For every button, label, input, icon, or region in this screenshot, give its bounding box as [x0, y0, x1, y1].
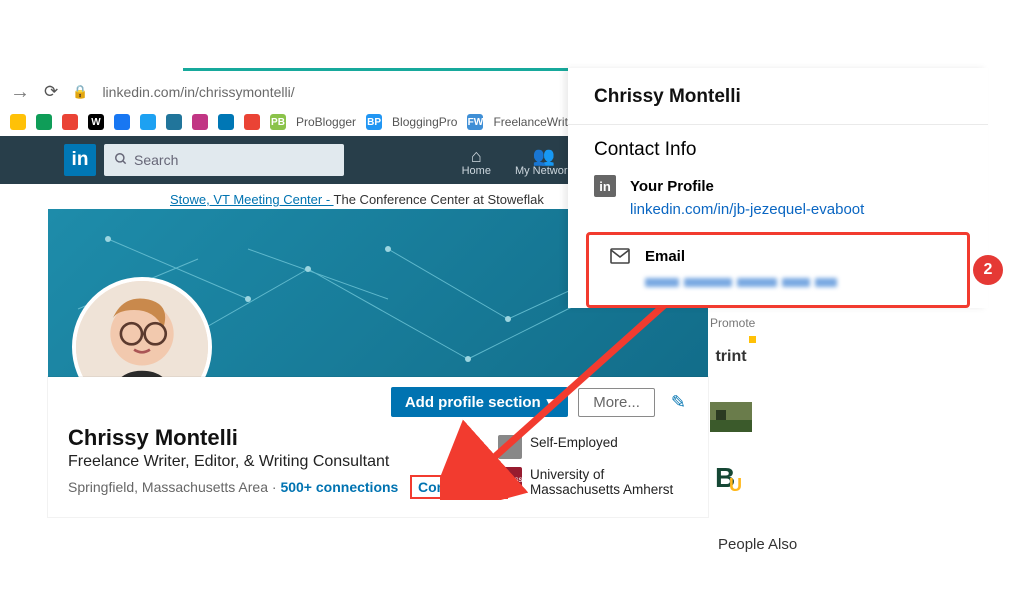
- url-text[interactable]: linkedin.com/in/chrissymontelli/: [102, 84, 294, 100]
- bookmark-twitter[interactable]: [140, 114, 156, 130]
- bookmark-google-drive-2[interactable]: [36, 114, 52, 130]
- edit-pencil-icon[interactable]: ✎: [665, 392, 692, 413]
- employment-text[interactable]: Self-Employed: [530, 435, 618, 459]
- experience-summary: Self-Employed UMass University of Massach…: [498, 435, 688, 505]
- popup-title: Contact Info: [568, 125, 988, 173]
- bookmark-linkedin[interactable]: [218, 114, 234, 130]
- ad-baylor[interactable]: BU: [710, 456, 752, 498]
- right-sidebar: Promote trint BU: [710, 316, 790, 516]
- email-value-blurred: [645, 275, 947, 289]
- email-label: Email: [645, 248, 685, 265]
- company-logo-icon: [498, 435, 522, 459]
- add-profile-section-button[interactable]: Add profile section ▾: [391, 387, 568, 417]
- bookmarks-bar: WPBProBloggerBPBloggingProFWFreelanceWri…: [0, 110, 585, 136]
- bookmark-label[interactable]: ProBlogger: [296, 115, 356, 129]
- your-profile-row: in Your Profile linkedin.com/in/jb-jezeq…: [568, 173, 988, 232]
- linkedin-navbar: in Search ⌂Home👥My Network: [0, 136, 585, 184]
- address-bar: → ⟳ 🔒 linkedin.com/in/chrissymontelli/: [0, 82, 585, 110]
- more-button[interactable]: More...: [578, 388, 655, 417]
- school-text[interactable]: University of Massachusetts Amherst: [530, 467, 688, 497]
- browser-chrome: → ⟳ 🔒 linkedin.com/in/chrissymontelli/ W…: [0, 82, 585, 517]
- promote-label: Promote: [710, 316, 790, 330]
- email-icon: [609, 245, 631, 267]
- bookmark-gmail[interactable]: [244, 114, 260, 130]
- svg-text:U: U: [729, 475, 742, 495]
- email-row-highlight: Email 2: [586, 232, 970, 308]
- bookmark-wordpress[interactable]: [166, 114, 182, 130]
- nav-home[interactable]: ⌂Home: [450, 143, 503, 177]
- lock-icon: 🔒: [72, 84, 88, 100]
- forward-icon[interactable]: →: [10, 82, 30, 102]
- bookmark-google-drive[interactable]: [10, 114, 26, 130]
- bookmark-google-maps[interactable]: [62, 114, 78, 130]
- bookmark-facebook[interactable]: [114, 114, 130, 130]
- people-also: People Also: [718, 536, 797, 553]
- bookmark-wikipedia[interactable]: W: [88, 114, 104, 130]
- promo-bar[interactable]: Stowe, VT Meeting Center - The Conferenc…: [170, 192, 585, 207]
- popup-name: Chrissy Montelli: [568, 86, 988, 124]
- search-icon: [114, 152, 128, 169]
- linkedin-logo-icon[interactable]: in: [64, 144, 96, 176]
- ad-trint[interactable]: trint: [710, 336, 752, 378]
- your-profile-url[interactable]: linkedin.com/in/jb-jezequel-evaboot: [630, 201, 962, 218]
- school-logo-icon: UMass: [498, 467, 522, 491]
- your-profile-label: Your Profile: [630, 178, 714, 195]
- bookmark-badge[interactable]: BP: [366, 114, 382, 130]
- chevron-down-icon: ▾: [547, 393, 555, 411]
- bookmark-label[interactable]: BloggingPro: [392, 115, 457, 129]
- connections-link[interactable]: 500+ connections: [280, 479, 398, 495]
- ad-image[interactable]: [710, 396, 752, 438]
- bookmark-badge[interactable]: PB: [270, 114, 286, 130]
- location-text: Springfield, Massachusetts Area: [68, 479, 268, 495]
- promo-text: The Conference Center at Stoweflak: [334, 192, 544, 207]
- contact-info-link[interactable]: Contact info: [410, 475, 508, 499]
- promo-link[interactable]: Stowe, VT Meeting Center -: [170, 192, 334, 207]
- bookmark-badge[interactable]: FW: [467, 114, 483, 130]
- bookmark-instagram[interactable]: [192, 114, 208, 130]
- contact-info-popup: Chrissy Montelli Contact Info in Your Pr…: [568, 68, 988, 308]
- search-placeholder: Search: [134, 152, 178, 168]
- search-input[interactable]: Search: [104, 144, 344, 176]
- step-badge-2: 2: [973, 255, 1003, 285]
- linkedin-icon: in: [594, 175, 616, 197]
- refresh-icon[interactable]: ⟳: [44, 82, 58, 102]
